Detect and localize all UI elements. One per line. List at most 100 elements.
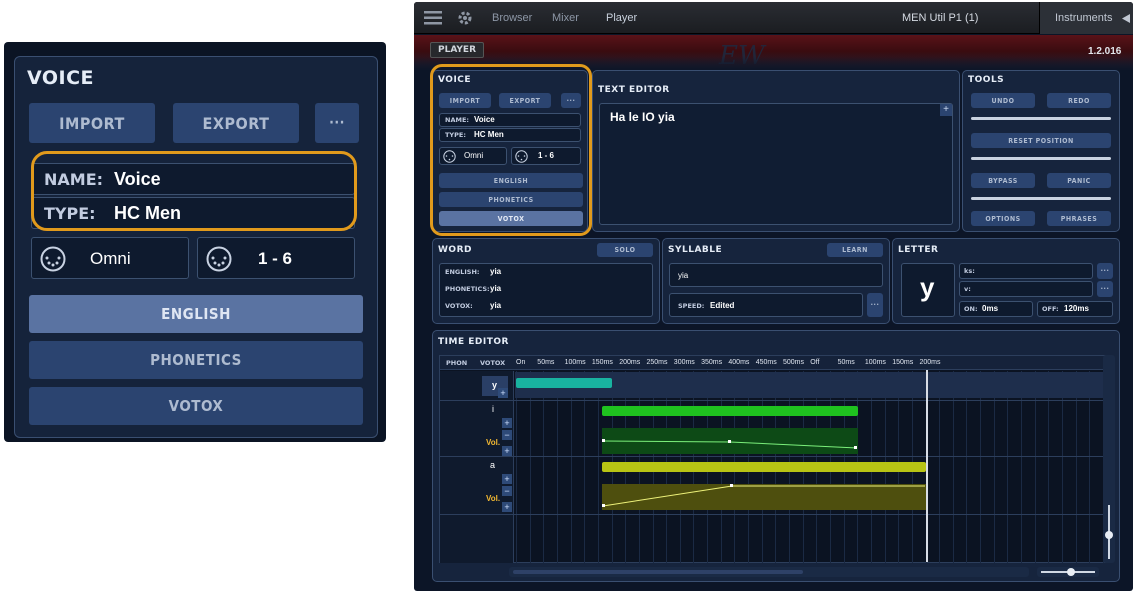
vol-a-label: Vol. (486, 494, 501, 503)
voice-panel-zoom-frame: VOICE IMPORT EXPORT ··· NAME: Voice TYPE… (14, 56, 378, 438)
zoom-midi-channel-select[interactable]: 1 - 6 (197, 237, 355, 279)
syllable-panel: SYLLABLE LEARN yia SPEED: Edited ··· (662, 238, 890, 324)
off-field[interactable]: OFF: 120ms (1037, 301, 1113, 317)
ew-logo: EW (719, 41, 765, 71)
tab-browser[interactable]: Browser (492, 12, 532, 24)
syllable-value: yia (678, 271, 689, 280)
word-panel: WORD SOLO ENGLISH: yia PHONETICS: yia VO… (432, 238, 660, 324)
ruler-tick-label: 400ms (728, 359, 750, 366)
time-ruler: PHON VOTOX On 50ms 100ms 150ms 200ms 250ms 300… (440, 356, 1106, 370)
learn-button[interactable]: LEARN (827, 243, 883, 257)
zoom-import-button[interactable]: IMPORT (29, 103, 155, 143)
zoom-midi-in-value: Omni (90, 249, 131, 268)
text-editor-input[interactable]: Ha le IO yia + (599, 103, 953, 225)
tab-mixer[interactable]: Mixer (552, 12, 579, 24)
zoom-votox-button[interactable]: VOTOX (29, 387, 363, 425)
phoneme-y-label: y (492, 380, 498, 390)
horizontal-zoom-handle[interactable] (1067, 568, 1075, 576)
phoneme-a-label: a (490, 460, 496, 470)
word-votox-value: yia (490, 301, 502, 310)
off-label: OFF: (1042, 305, 1059, 313)
ks-field[interactable]: ks: (959, 263, 1093, 279)
player-button[interactable]: PLAYER (430, 42, 484, 58)
options-button[interactable]: OPTIONS (971, 211, 1035, 226)
word-fields: ENGLISH: yia PHONETICS: yia VOTOX: yia (439, 263, 653, 317)
gear-icon[interactable] (456, 9, 474, 27)
tools-slider-3[interactable] (971, 197, 1111, 200)
ks-label: ks: (964, 267, 975, 275)
horizontal-zoom-track[interactable] (1037, 567, 1099, 577)
votox-column-label: VOTOX (480, 359, 506, 367)
row-divider (440, 400, 1106, 401)
solo-button[interactable]: SOLO (597, 243, 653, 257)
remove-phoneme-i-button[interactable]: − (502, 430, 512, 440)
scrollbar-thumb[interactable] (513, 570, 803, 574)
volume-a-envelope[interactable] (602, 484, 926, 510)
note-off-marker[interactable] (926, 370, 928, 562)
zoom-english-button[interactable]: ENGLISH (29, 295, 363, 333)
phoneme-a-bar[interactable] (602, 462, 926, 472)
phoneme-y-bar[interactable] (516, 378, 612, 388)
zoom-more-button[interactable]: ··· (315, 103, 359, 143)
remove-phoneme-a-button[interactable]: − (502, 486, 512, 496)
ruler-tick-label: 100ms (864, 359, 886, 366)
add-text-button[interactable]: + (940, 104, 952, 116)
letter-title: LETTER (898, 245, 939, 255)
speed-value: Edited (710, 301, 735, 310)
version-label: 1.2.016 (1088, 46, 1122, 57)
v-field[interactable]: v: (959, 281, 1093, 297)
v-more-button[interactable]: ··· (1097, 281, 1113, 297)
word-phonetics-value: yia (490, 284, 502, 293)
horizontal-scrollbar[interactable] (509, 567, 1029, 577)
phon-column-label: PHON (446, 359, 468, 367)
ruler-tick-label: 350ms (701, 359, 723, 366)
preset-name[interactable]: MEN Util P1 (1) (902, 12, 978, 24)
vertical-zoom-track[interactable] (1103, 355, 1115, 563)
time-editor-grid[interactable]: PHON VOTOX On 50ms 100ms 150ms 200ms 250ms 300… (439, 355, 1107, 563)
row-divider (440, 514, 1106, 515)
tab-player[interactable]: Player (606, 12, 637, 24)
hamburger-menu-icon[interactable] (424, 11, 442, 25)
tools-title: TOOLS (968, 75, 1005, 85)
off-value: 120ms (1064, 304, 1089, 313)
tools-slider-1[interactable] (971, 117, 1111, 120)
ruler-tick-label: 500ms (783, 359, 805, 366)
volume-i-envelope[interactable] (602, 428, 858, 454)
ruler-tick-label: 150ms (892, 359, 914, 366)
add-phoneme-a-button[interactable]: + (502, 474, 512, 484)
tools-slider-2[interactable] (971, 157, 1111, 160)
time-editor-panel: TIME EDITOR PHON VOTOX On 50ms 100ms 150ms 2… (432, 330, 1120, 582)
vertical-zoom-handle[interactable] (1105, 531, 1113, 539)
phoneme-i-bar[interactable] (602, 406, 858, 416)
tools-panel: TOOLS UNDO REDO RESET POSITION BYPASS PA… (962, 70, 1120, 232)
add-phoneme-i-button[interactable]: + (502, 418, 512, 428)
add-vol-a-button[interactable]: + (502, 502, 512, 512)
syllable-title: SYLLABLE (668, 245, 723, 255)
on-field[interactable]: ON: 0ms (959, 301, 1033, 317)
ruler-tick-label: 200ms (919, 359, 941, 366)
undo-button[interactable]: UNDO (971, 93, 1035, 108)
ruler-tick-label: 450ms (755, 359, 777, 366)
syllable-field[interactable]: yia (669, 263, 883, 287)
zoom-phonetics-button[interactable]: PHONETICS (29, 341, 363, 379)
speed-more-button[interactable]: ··· (867, 293, 883, 317)
add-vol-i-button[interactable]: + (502, 446, 512, 456)
phrases-button[interactable]: PHRASES (1047, 211, 1111, 226)
bypass-button[interactable]: BYPASS (971, 173, 1035, 188)
zoom-export-button[interactable]: EXPORT (173, 103, 299, 143)
ruler-tick-label: 150ms (591, 359, 613, 366)
speed-field[interactable]: SPEED: Edited (669, 293, 863, 317)
ruler-tick-label: 250ms (646, 359, 668, 366)
panic-button[interactable]: PANIC (1047, 173, 1111, 188)
add-phoneme-y-button[interactable]: + (498, 388, 508, 398)
phoneme-i-label: i (492, 404, 494, 414)
reset-position-button[interactable]: RESET POSITION (971, 133, 1111, 148)
ks-more-button[interactable]: ··· (1097, 263, 1113, 279)
ruler-tick-label: 100ms (564, 359, 586, 366)
zoom-midi-in-select[interactable]: Omni (31, 237, 189, 279)
wordbuilder-window: Browser Mixer Player MEN Util P1 (1) Ins… (414, 2, 1133, 591)
letter-value: y (920, 272, 935, 302)
redo-button[interactable]: REDO (1047, 93, 1111, 108)
instruments-toggle[interactable]: Instruments (1039, 2, 1133, 34)
midi-port-icon (206, 246, 232, 272)
